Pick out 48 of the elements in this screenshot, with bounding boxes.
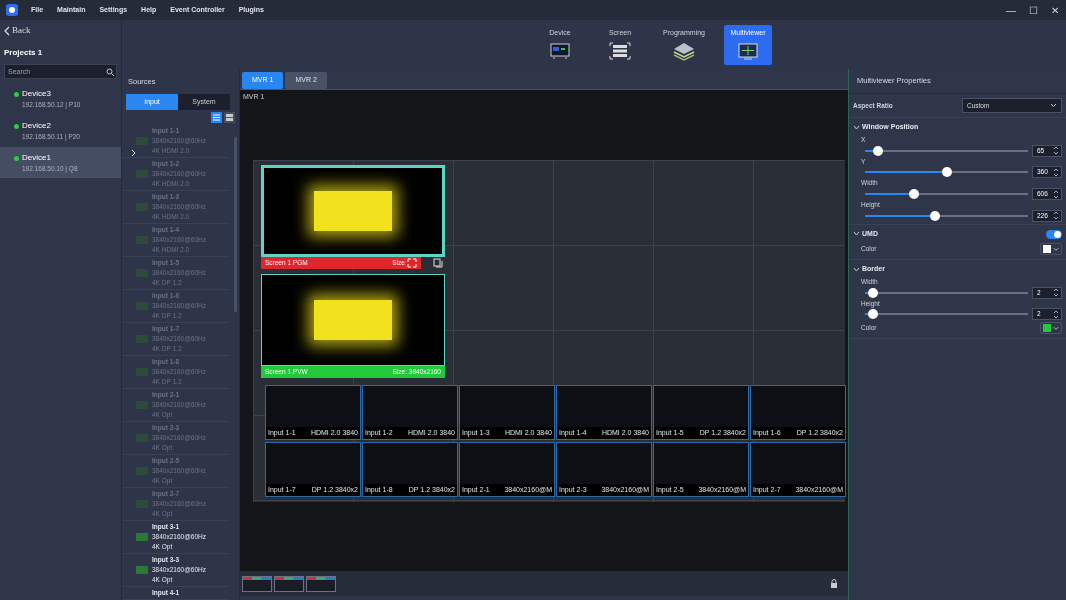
layout-thumbnail[interactable] — [242, 575, 272, 592]
app-logo-icon — [6, 4, 18, 16]
spinner-arrows-icon — [1053, 189, 1059, 199]
monitor-icon — [136, 566, 148, 574]
multiviewer-icon — [736, 40, 760, 61]
device-name: Device2 — [22, 119, 52, 132]
search-icon — [106, 68, 114, 76]
expand-icon[interactable] — [407, 258, 417, 269]
slider-thumb[interactable] — [941, 167, 952, 178]
monitor-icon — [136, 533, 148, 541]
device-icon — [548, 40, 572, 61]
chevron-right-icon[interactable] — [131, 149, 136, 158]
screen-grid-icon — [608, 40, 632, 61]
toggle-switch[interactable] — [1046, 229, 1062, 239]
list-view-button[interactable] — [211, 112, 222, 123]
caret-icon — [1050, 102, 1057, 108]
lock-icon[interactable] — [830, 578, 838, 589]
slider-thumb[interactable] — [908, 189, 919, 199]
spinner-arrows-icon — [1053, 288, 1059, 297]
color-picker[interactable] — [1040, 322, 1062, 335]
project-title: Projects 1 — [3, 47, 44, 59]
slider-thumb[interactable] — [868, 287, 879, 298]
slider-thumb[interactable] — [930, 210, 941, 221]
maximize-button[interactable]: ☐ — [1022, 2, 1044, 18]
slider-thumb[interactable] — [868, 309, 879, 320]
device-name: Device3 — [22, 88, 52, 100]
chevron-left-icon[interactable] — [4, 26, 10, 36]
device-name: Device1 — [22, 151, 52, 164]
grid-view-button[interactable] — [224, 112, 235, 123]
spinner-arrows-icon — [1053, 211, 1059, 221]
spinner-arrows-icon — [1053, 309, 1059, 319]
slider-thumb[interactable] — [873, 145, 884, 156]
close-button[interactable]: ✕ — [1044, 2, 1066, 18]
caret-icon — [1052, 325, 1059, 331]
chevron-down-icon[interactable] — [853, 231, 860, 237]
spinner-arrows-icon — [1053, 146, 1059, 155]
chevron-down-icon[interactable] — [853, 124, 860, 131]
layout-thumbnail[interactable] — [274, 575, 304, 592]
back-link[interactable]: Back — [12, 24, 31, 38]
color-picker[interactable] — [1040, 243, 1062, 256]
minimize-button[interactable]: — — [1000, 2, 1022, 18]
caret-icon — [1052, 246, 1059, 252]
spinner-arrows-icon — [1053, 167, 1059, 177]
copy-icon[interactable] — [433, 258, 443, 269]
layout-thumbnail[interactable] — [306, 575, 336, 592]
layers-icon — [672, 40, 696, 61]
chevron-down-icon[interactable] — [853, 266, 860, 273]
scrollbar[interactable] — [234, 137, 237, 313]
